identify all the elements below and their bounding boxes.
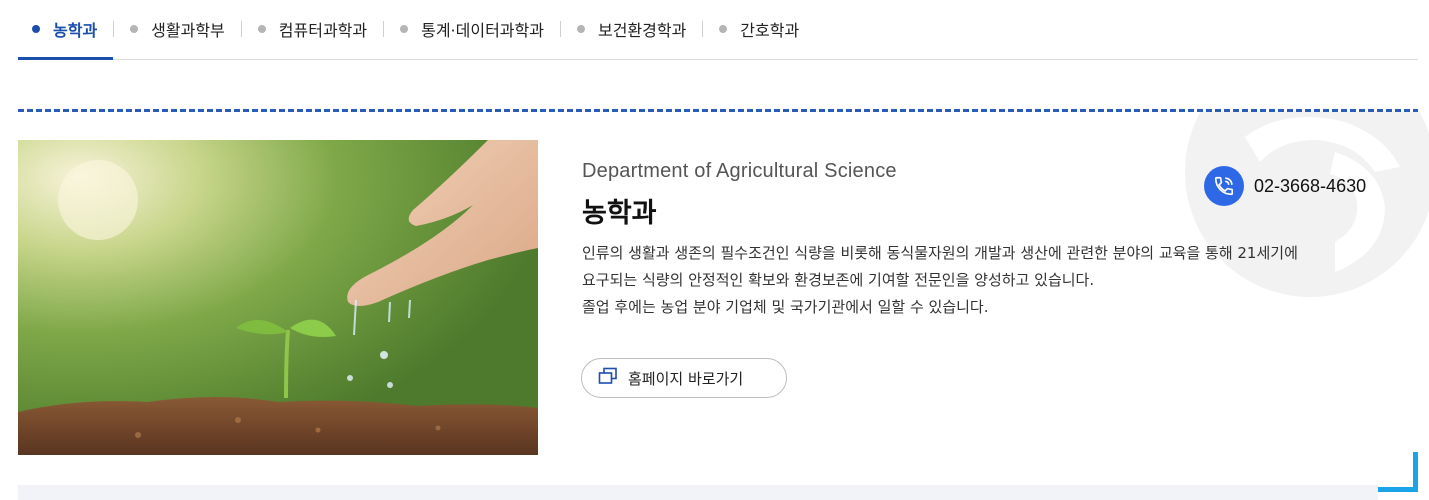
tab-label: 통계·데이터과학과	[421, 21, 544, 40]
tab-label: 농학과	[53, 21, 98, 40]
phone-icon	[1204, 166, 1244, 206]
phone-number: 02-3668-4630	[1254, 175, 1367, 196]
bullet-icon	[32, 25, 40, 33]
bullet-icon	[576, 25, 585, 33]
department-description: 인류의 생활과 생존의 필수조건인 식량을 비롯해 동식물자원의 개발과 생산에…	[582, 240, 1382, 321]
tab-statistics-data-science[interactable]: 통계·데이터과학과	[384, 0, 560, 58]
tab-label: 보건환경학과	[597, 21, 687, 40]
bullet-icon	[719, 25, 728, 33]
tab-computer-science[interactable]: 컴퓨터과학과	[242, 0, 383, 58]
description-line: 졸업 후에는 농업 분야 기업체 및 국가기관에서 일할 수 있습니다.	[582, 298, 989, 316]
corner-accent	[1378, 452, 1418, 492]
bullet-icon	[400, 25, 409, 33]
homepage-button[interactable]: 홈페이지 바로가기	[581, 358, 787, 398]
phone-contact[interactable]: 02-3668-4630	[1204, 166, 1366, 206]
next-section-edge	[18, 485, 1378, 500]
tab-label: 생활과학부	[151, 21, 225, 40]
bullet-icon	[130, 25, 139, 33]
tab-human-ecology[interactable]: 생활과학부	[114, 0, 241, 58]
tab-label: 컴퓨터과학과	[278, 21, 368, 40]
description-line: 요구되는 식량의 안정적인 확보와 환경보존에 기여할 전문인을 양성하고 있습…	[582, 271, 1095, 289]
tab-agriculture[interactable]: 농학과	[18, 0, 114, 60]
tab-label: 간호학과	[740, 21, 800, 40]
new-window-icon	[598, 367, 618, 389]
homepage-button-label: 홈페이지 바로가기	[628, 369, 744, 388]
tab-nursing[interactable]: 간호학과	[703, 0, 815, 58]
bullet-icon	[257, 25, 266, 33]
tab-health-environment[interactable]: 보건환경학과	[561, 0, 702, 58]
department-tabs: 농학과 생활과학부 컴퓨터과학과 통계·데이터과학과 보건환경학과 간호학과	[18, 0, 1418, 60]
description-line: 인류의 생활과 생존의 필수조건인 식량을 비롯해 동식물자원의 개발과 생산에…	[582, 244, 1298, 262]
agriculture-photo	[18, 140, 538, 455]
